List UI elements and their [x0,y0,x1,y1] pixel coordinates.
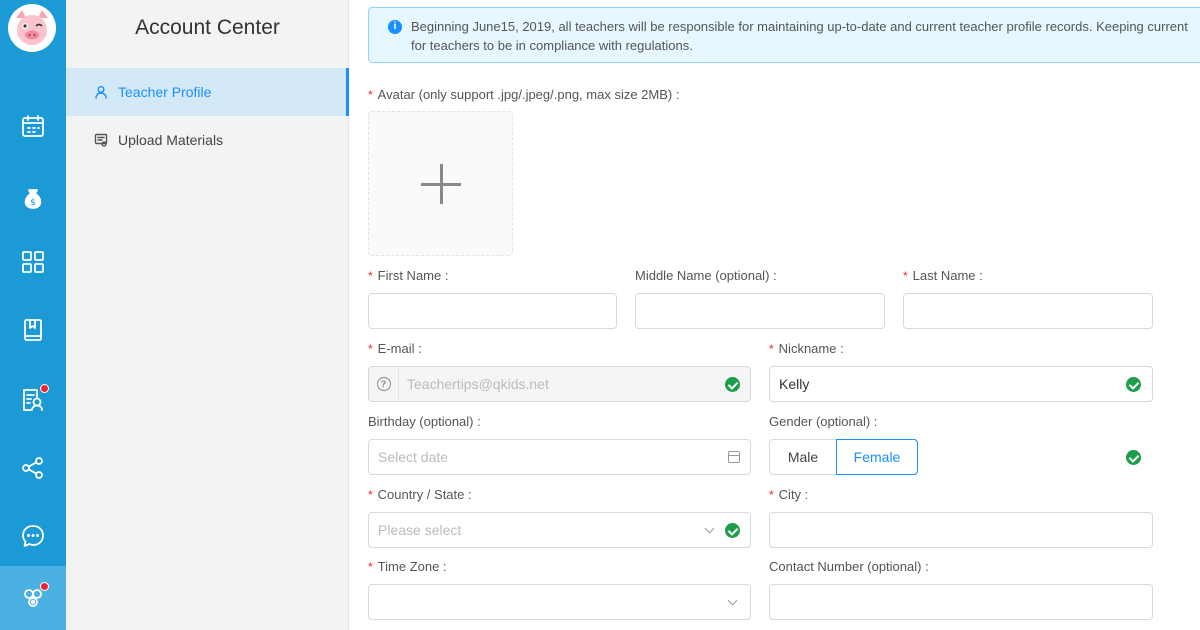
rail-certification[interactable] [0,368,66,432]
middle-name-label: Middle Name (optional) : [635,268,777,283]
chevron-down-icon [727,595,738,606]
user-icon [95,86,107,99]
contact-number-input[interactable] [769,584,1153,620]
rail-calendar[interactable] [0,94,66,158]
rail-materials[interactable] [0,298,66,362]
notification-badge [40,384,49,393]
gender-male-option[interactable]: Male [769,439,837,475]
help-icon[interactable]: ? [369,367,399,401]
country-select[interactable]: Please select [368,512,751,548]
chat-icon [22,525,44,547]
account-sidebar: Account Center Teacher Profile Upload Ma… [66,0,349,630]
notification-badge [40,582,49,591]
birthday-placeholder: Select date [378,449,449,465]
nickname-label: * Nickname : [769,341,844,356]
sidebar-item-label: Upload Materials [118,132,224,148]
svg-text:$: $ [30,198,36,208]
contact-number-label: Contact Number (optional) : [769,559,929,574]
country-label: * Country / State : [368,487,472,502]
nickname-value: Kelly [779,376,810,392]
gender-label: Gender (optional) : [769,414,878,429]
alert-line-1: Beginning June15, 2019, all teachers wil… [411,19,1188,34]
first-name-input[interactable] [368,293,617,329]
document-icon [94,133,108,147]
timezone-select[interactable] [368,584,751,620]
rail-dashboard[interactable] [0,230,66,294]
book-icon [24,319,42,341]
city-input[interactable] [769,512,1153,548]
app-rail: $ [0,0,66,630]
birthday-label: Birthday (optional) : [368,414,481,429]
last-name-input[interactable] [903,293,1153,329]
info-icon: i [388,20,402,34]
middle-name-input[interactable] [635,293,885,329]
chevron-down-icon [704,523,715,534]
nickname-input[interactable]: Kelly [769,366,1153,402]
profile-form-area: i Beginning June15, 2019, all teachers w… [349,0,1200,630]
country-placeholder: Please select [378,522,462,538]
sidebar-item-upload-materials[interactable]: Upload Materials [66,116,349,164]
calendar-icon [22,115,44,137]
check-icon [1126,450,1141,465]
rail-messages[interactable] [0,504,66,568]
alert-line-2: for teachers to be in compliance with re… [411,38,693,53]
first-name-label: * First Name : [368,268,449,283]
share-icon [22,457,43,479]
avatar-label: * Avatar (only support .jpg/.jpeg/.png, m… [368,87,680,102]
birthday-picker[interactable]: Select date [368,439,751,475]
check-icon [725,377,740,392]
grid-icon [22,251,44,273]
sidebar-title: Account Center [135,16,280,39]
pig-logo-icon[interactable] [8,4,56,52]
city-label: * City : [769,487,809,502]
money-bag-icon: $ [24,189,42,209]
email-label: * E-mail : [368,341,422,356]
email-value: Teachertips@qkids.net [407,376,549,392]
sidebar-item-label: Teacher Profile [118,84,212,100]
rail-income[interactable]: $ [0,166,66,230]
last-name-label: * Last Name : [903,268,983,283]
rail-share[interactable] [0,436,66,500]
info-alert: i Beginning June15, 2019, all teachers w… [368,7,1200,63]
check-icon [1126,377,1141,392]
sidebar-item-teacher-profile[interactable]: Teacher Profile [66,68,349,116]
avatar-upload[interactable] [368,111,513,256]
gender-female-option[interactable]: Female [836,439,918,475]
check-icon [725,523,740,538]
calendar-icon [728,451,740,463]
email-field[interactable]: ? Teachertips@qkids.net [368,366,751,402]
timezone-label: * Time Zone : [368,559,447,574]
rail-account[interactable] [0,566,66,630]
